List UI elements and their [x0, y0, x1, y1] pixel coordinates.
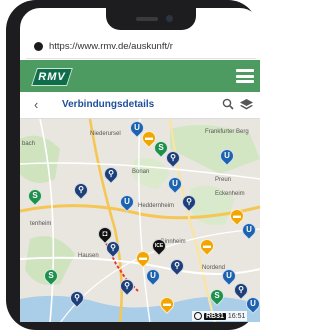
map-label: tenheim	[30, 221, 51, 227]
sbahn-stop-icon[interactable]: S	[207, 286, 227, 306]
bike-station-icon[interactable]: ⚲	[103, 238, 123, 258]
camera-icon	[166, 15, 173, 22]
ubahn-stop-icon[interactable]: U	[117, 192, 137, 212]
line-badge: RB31	[204, 312, 226, 320]
ubahn-stop-icon[interactable]: U	[165, 174, 185, 194]
sbahn-stop-icon[interactable]: S	[41, 266, 61, 286]
page-title: Verbindungsdetails	[62, 99, 155, 110]
map-label: Bonan	[132, 169, 149, 175]
search-icon[interactable]	[222, 98, 234, 110]
details-toolbar: ‹ Verbindungsdetails	[20, 92, 260, 119]
map-label: Hausen	[78, 253, 99, 259]
speaker-icon	[136, 17, 158, 21]
menu-icon[interactable]	[236, 69, 254, 83]
departure-time: 16:51	[227, 312, 246, 320]
bus-stop-icon[interactable]: ▬	[133, 248, 153, 268]
site-info-icon[interactable]	[34, 41, 43, 51]
url-text[interactable]: https://www.rmv.de/auskunft/r	[49, 41, 173, 52]
phone-notch	[106, 8, 196, 30]
bike-station-icon[interactable]: ⚲	[101, 164, 121, 184]
logo-text: RMV	[38, 71, 66, 83]
back-button[interactable]: ‹	[34, 97, 38, 112]
bus-stop-icon[interactable]: ▬	[197, 236, 217, 256]
map-label: Frankfurter Berg	[205, 129, 249, 135]
map-label: Eckenheim	[215, 191, 245, 197]
ubahn-stop-icon[interactable]: U	[243, 294, 260, 314]
map-label: bach	[22, 141, 35, 147]
browser-url-bar[interactable]: https://www.rmv.de/auskunft/r	[26, 34, 256, 59]
map-label: Niederursel	[90, 131, 121, 137]
bike-station-icon[interactable]: ⚲	[67, 288, 87, 308]
bike-station-icon[interactable]: ⚲	[163, 148, 183, 168]
bike-station-icon[interactable]: ⚲	[117, 276, 137, 296]
map-label: Preun	[215, 177, 231, 183]
sbahn-stop-icon[interactable]: S	[25, 186, 45, 206]
ice-station-icon[interactable]: ICE	[149, 236, 169, 256]
app-header: RMV	[20, 60, 260, 92]
bike-station-icon[interactable]: ⚲	[167, 256, 187, 276]
ubahn-stop-icon[interactable]: U	[217, 146, 237, 166]
departure-status: RB31 16:51	[192, 311, 248, 321]
bus-stop-icon[interactable]: ▬	[157, 294, 177, 314]
phone-screen: https://www.rmv.de/auskunft/r RMV ‹ Verb…	[20, 8, 260, 322]
layers-icon[interactable]	[240, 99, 253, 110]
map-view[interactable]: Niederursel Frankfurter Berg Preun Ecken…	[20, 119, 260, 322]
ubahn-stop-icon[interactable]: U	[239, 220, 259, 240]
ubahn-stop-icon[interactable]: U	[143, 266, 163, 286]
phone-frame: https://www.rmv.de/auskunft/r RMV ‹ Verb…	[6, 0, 260, 330]
rmv-logo[interactable]: RMV	[31, 68, 73, 86]
bike-station-icon[interactable]: ⚲	[71, 180, 91, 200]
bike-station-icon[interactable]: ⚲	[179, 192, 199, 212]
clock-icon	[194, 312, 202, 320]
map-label: Heddernheim	[138, 203, 174, 209]
